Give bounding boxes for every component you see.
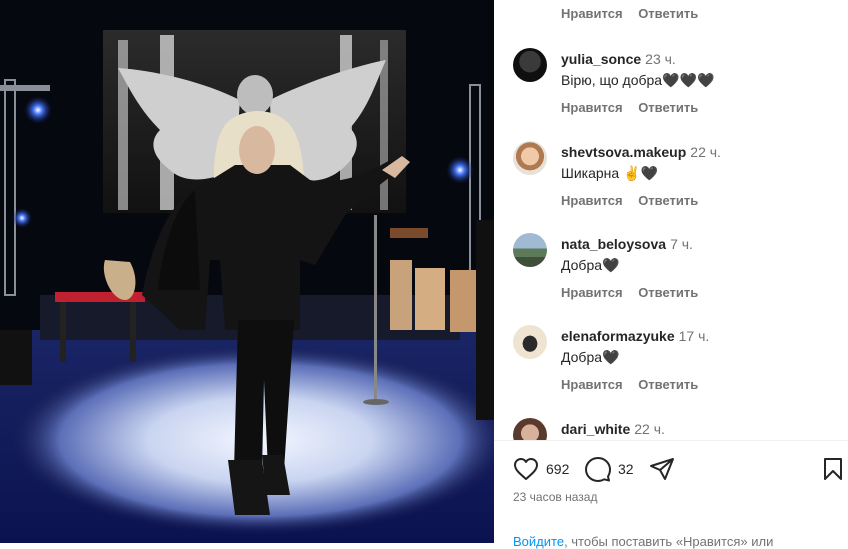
comment-username[interactable]: yulia_sonce (561, 51, 641, 67)
comment-username[interactable]: elenaformazyuke (561, 328, 675, 344)
comment-time: 22 ч. (690, 144, 721, 160)
comments-panel: Нравится Ответить yulia_sonce 23 ч. Вірю,… (494, 0, 848, 549)
prev-comment-actions: Нравится Ответить (561, 6, 710, 21)
heart-icon[interactable] (513, 457, 539, 486)
comment-time: 7 ч. (670, 236, 693, 252)
login-prompt-text: , чтобы поставить «Нравится» или (564, 534, 774, 549)
comment-text: Добра🖤 (561, 257, 620, 273)
comment-time: 17 ч. (678, 328, 710, 344)
avatar[interactable] (513, 418, 547, 440)
like-comment-button[interactable]: Нравится (561, 285, 623, 300)
avatar[interactable] (513, 233, 547, 267)
comments-list: Нравится Ответить yulia_sonce 23 ч. Вірю,… (494, 0, 848, 440)
comment-text: Добра🖤 (561, 349, 620, 365)
post-timestamp: 23 часов назад (513, 490, 598, 504)
like-comment-button[interactable]: Нравится (561, 377, 623, 392)
comments-count[interactable]: 32 (618, 461, 634, 477)
login-link[interactable]: Войдите (513, 534, 564, 549)
comment-time: 22 ч. (634, 421, 665, 437)
reply-button[interactable]: Ответить (638, 6, 698, 21)
comment-text: Вірю, що добра🖤🖤🖤 (561, 72, 715, 88)
post-photo (0, 0, 494, 543)
comment-username[interactable]: shevtsova.makeup (561, 144, 686, 160)
like-comment-button[interactable]: Нравится (561, 6, 623, 21)
avatar[interactable] (513, 48, 547, 82)
avatar[interactable] (513, 325, 547, 359)
comment-username[interactable]: dari_white (561, 421, 630, 437)
divider (494, 440, 848, 441)
comment-time: 23 ч. (645, 51, 676, 67)
reply-button[interactable]: Ответить (638, 285, 698, 300)
share-icon[interactable] (649, 457, 675, 486)
reply-button[interactable]: Ответить (638, 100, 698, 115)
reply-button[interactable]: Ответить (638, 193, 698, 208)
post-actions-bar: 692 32 (494, 450, 848, 490)
like-comment-button[interactable]: Нравится (561, 193, 623, 208)
likes-count[interactable]: 692 (546, 461, 569, 477)
reply-button[interactable]: Ответить (638, 377, 698, 392)
comment-bubble-icon[interactable] (585, 456, 611, 487)
comment-username[interactable]: nata_beloysova (561, 236, 666, 252)
bookmark-icon[interactable] (822, 457, 844, 486)
login-prompt: Войдите, чтобы поставить «Нравится» или (513, 534, 773, 549)
avatar[interactable] (513, 141, 547, 175)
like-comment-button[interactable]: Нравится (561, 100, 623, 115)
comment-text: Шикарна ✌🖤 (561, 165, 658, 181)
